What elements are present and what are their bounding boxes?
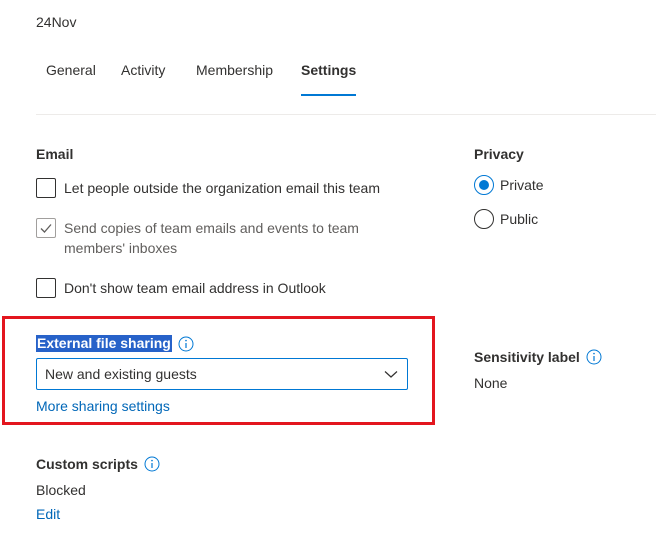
custom-scripts-edit-link[interactable]: Edit [36, 506, 60, 522]
info-icon[interactable] [178, 336, 194, 352]
tab-membership[interactable]: Membership [196, 62, 273, 96]
privacy-option-private[interactable]: Private [474, 175, 544, 195]
tab-general[interactable]: General [46, 62, 96, 96]
radio-label: Private [500, 177, 544, 193]
checkbox[interactable] [36, 278, 56, 298]
checkbox-label: Don't show team email address in Outlook [64, 280, 326, 296]
sensitivity-label-text: Sensitivity label [474, 349, 580, 365]
tabs-divider [36, 114, 656, 115]
info-icon[interactable] [586, 349, 602, 365]
checkbox[interactable] [36, 218, 56, 238]
email-section-title: Email [36, 146, 74, 162]
radio-label: Public [500, 211, 539, 227]
info-icon[interactable] [144, 456, 160, 472]
custom-scripts-value: Blocked [36, 482, 86, 498]
custom-scripts-text: Custom scripts [36, 456, 138, 472]
privacy-option-public[interactable]: Public [474, 209, 538, 229]
custom-scripts-title: Custom scripts [36, 456, 160, 472]
radio-button[interactable] [474, 209, 494, 229]
email-option-hide-address[interactable]: Don't show team email address in Outlook [36, 278, 326, 298]
privacy-section-title: Privacy [474, 146, 524, 162]
email-option-outside-senders[interactable]: Let people outside the organization emai… [36, 178, 380, 198]
checkmark-icon [40, 224, 52, 233]
sensitivity-label-value: None [474, 375, 508, 391]
tab-settings[interactable]: Settings [301, 62, 357, 96]
external-sharing-label: External file sharing [36, 335, 172, 352]
chevron-down-icon [384, 371, 398, 378]
checkbox-label: Send copies of team emails and events to… [64, 218, 359, 258]
radio-button[interactable] [474, 175, 494, 195]
external-sharing-dropdown[interactable]: New and existing guests [36, 358, 408, 390]
sensitivity-label-title: Sensitivity label [474, 349, 602, 365]
checkbox-label: Let people outside the organization emai… [64, 180, 380, 196]
group-name: 24Nov [36, 14, 77, 30]
external-sharing-title: External file sharing [36, 335, 194, 352]
checkbox-label-line: members' inboxes [64, 240, 178, 256]
dropdown-value: New and existing guests [45, 366, 197, 382]
checkbox[interactable] [36, 178, 56, 198]
more-sharing-settings-link[interactable]: More sharing settings [36, 398, 170, 414]
tab-activity[interactable]: Activity [121, 62, 165, 96]
checkbox-label-line: Send copies of team emails and events to… [64, 220, 359, 236]
email-option-send-copies[interactable]: Send copies of team emails and events to… [36, 218, 359, 258]
